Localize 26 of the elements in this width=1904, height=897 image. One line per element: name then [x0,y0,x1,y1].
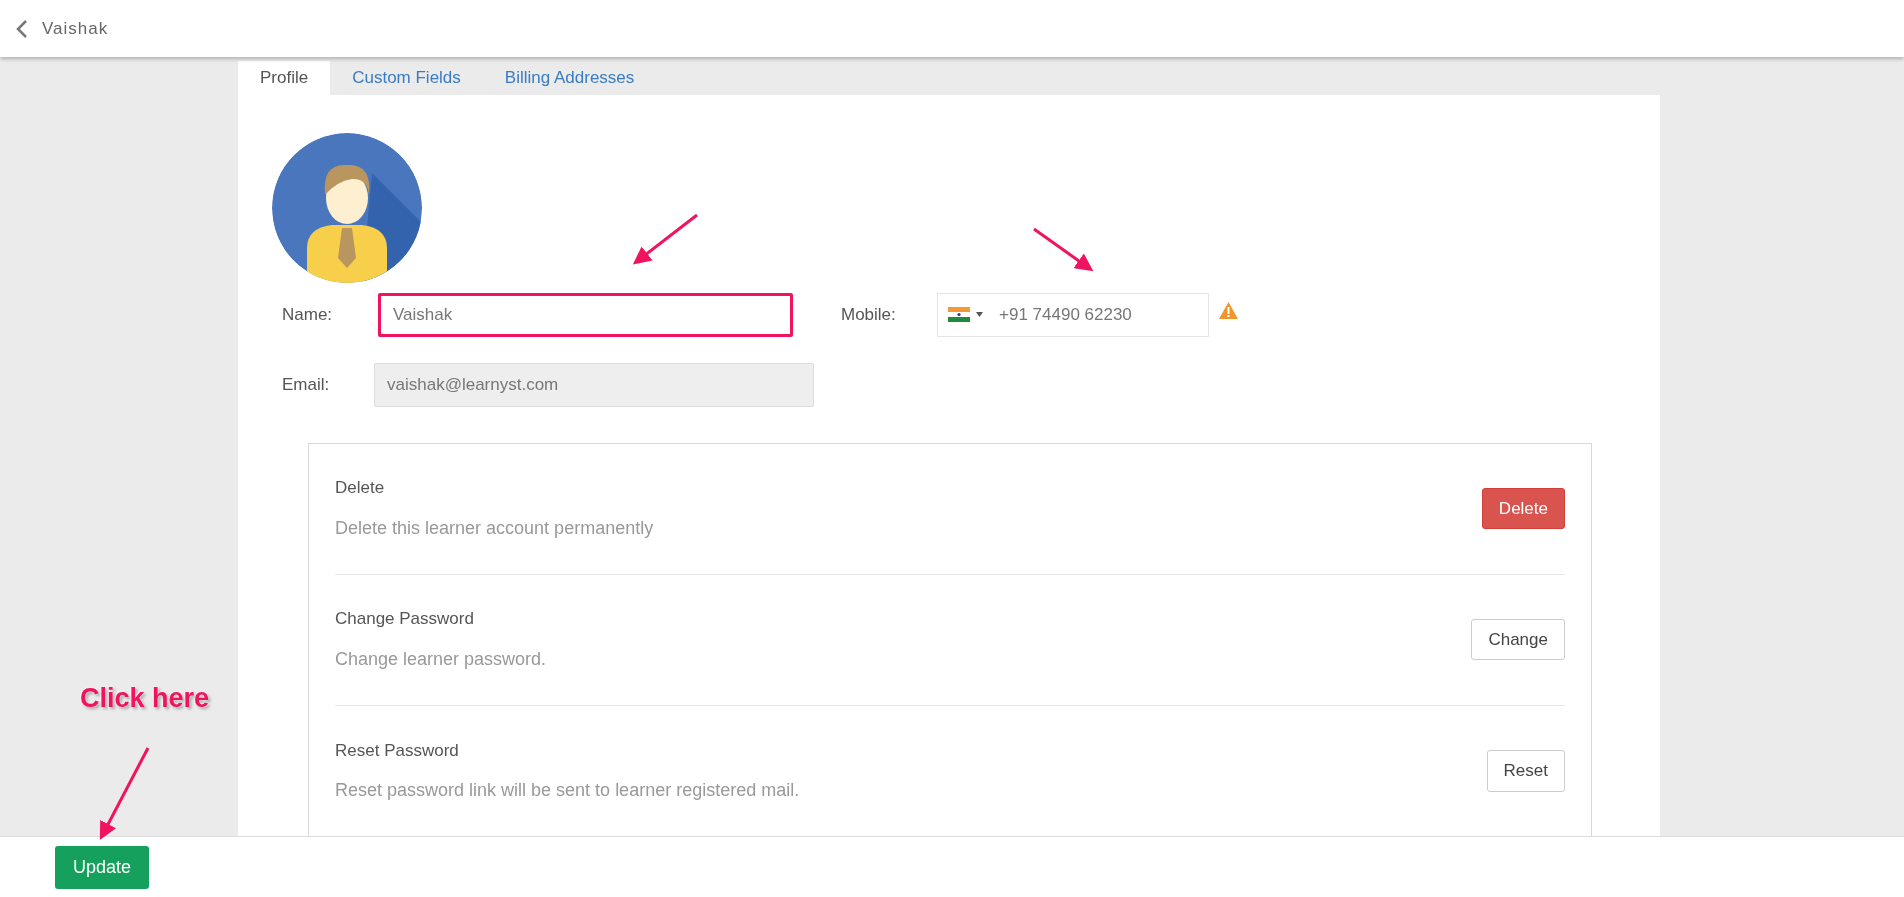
setting-title: Delete [335,477,386,500]
flag-icon [948,307,970,322]
setting-description: Change learner password. [335,647,547,671]
setting-title: Reset Password [335,739,460,762]
field-label: Mobile: [841,303,897,326]
phone-value: +91 74490 62230 [999,303,1132,326]
callout-label: Click here [80,682,210,715]
text-field[interactable]: Vaishak [378,292,793,337]
update-button[interactable]: Update [55,845,150,889]
caret-icon[interactable] [976,312,983,317]
page-title: Vaishak [42,17,109,40]
setting-description: Delete this learner account permanently [335,516,654,540]
setting-description: Reset password link will be sent to learner registered mail. [335,779,800,803]
back-icon[interactable] [16,18,28,39]
field-label: Name: [282,303,334,326]
annotation-arrow [1033,227,1094,272]
action-button[interactable]: Change [1471,618,1565,661]
field-label: Email: [282,373,331,396]
annotation-arrow [632,213,698,265]
tab[interactable]: Billing Addresses [482,61,657,95]
phone-field[interactable]: +91 74490 62230 [937,292,1209,337]
tab[interactable]: Custom Fields [330,61,483,95]
tab[interactable]: Profile [238,61,331,95]
setting-title: Change Password [335,608,475,631]
action-button[interactable]: Reset [1486,750,1565,792]
delete-button[interactable]: Delete [1481,487,1565,530]
